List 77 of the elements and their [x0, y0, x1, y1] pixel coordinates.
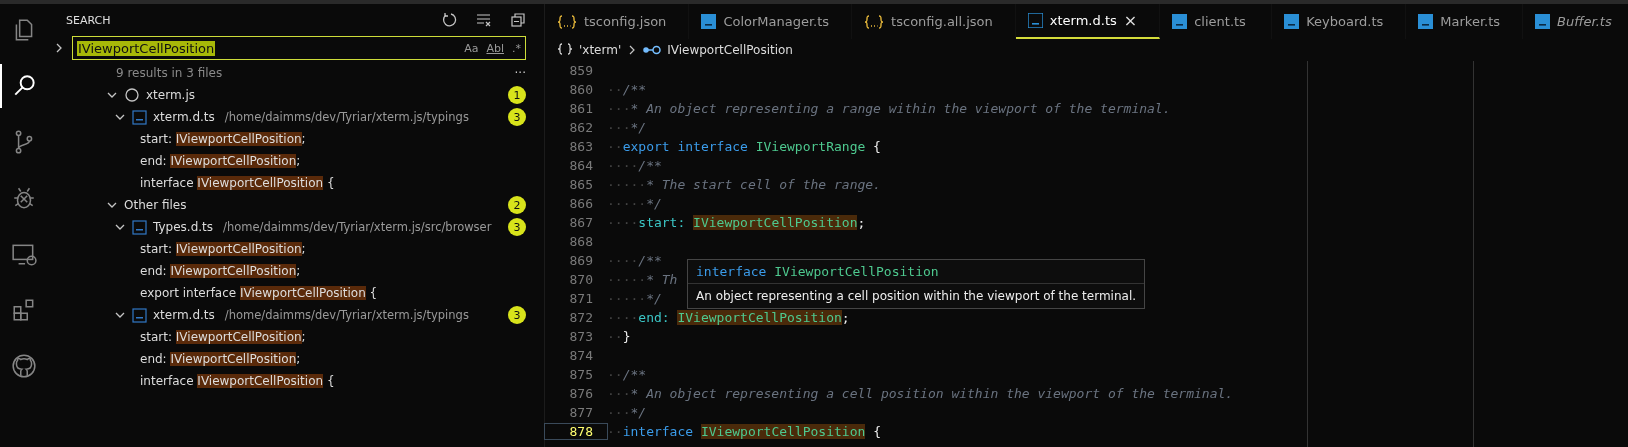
search-field[interactable]: IViewportCellPosition Aa Abl .*	[72, 36, 526, 60]
search-option[interactable]: .*	[512, 41, 521, 55]
code-line: ··/**	[607, 82, 647, 97]
count-badge: 3	[508, 306, 526, 324]
code-line: ···*/	[607, 120, 647, 135]
line-number: 865	[568, 177, 594, 192]
search-match[interactable]: start: IViewportCellPosition;	[48, 326, 540, 348]
editor-tab[interactable]: ColorManager.ts	[689, 4, 853, 39]
line-number: 870	[568, 272, 594, 287]
search-match[interactable]: interface IViewportCellPosition {	[48, 172, 540, 194]
editor-tab[interactable]: Keyboard.ts	[1272, 4, 1407, 39]
breadcrumb[interactable]: 'xterm'	[579, 43, 622, 57]
count-badge: 2	[508, 196, 526, 214]
line-number: 875	[568, 367, 594, 382]
search-match[interactable]: end: IViewportCellPosition;	[48, 260, 540, 282]
tree-item[interactable]: Other files 2	[48, 194, 540, 216]
tree-item[interactable]: xterm.js 1	[48, 84, 540, 106]
line-number: 866	[568, 196, 594, 211]
breadcrumb[interactable]: IViewportCellPosition	[667, 43, 793, 57]
editor-tab[interactable]: tsconfig.json	[545, 4, 690, 39]
line-number: 861	[568, 101, 594, 116]
search-match[interactable]: end: IViewportCellPosition;	[48, 348, 540, 370]
code-line: ···* An object representing a range within the viewport of the terminal.	[607, 101, 1171, 116]
line-number: 869	[568, 253, 594, 268]
code-line: ··interface IViewportCellPosition {	[607, 424, 881, 439]
line-number: 859	[568, 63, 594, 78]
more-button[interactable]: ···	[514, 69, 526, 77]
tree-item[interactable]: xterm.d.ts /home/daimms/dev/Tyriar/xterm.js/typings 3	[48, 106, 540, 128]
search-option[interactable]: Abl	[486, 41, 504, 55]
search-match[interactable]: start: IViewportCellPosition;	[48, 238, 540, 260]
code-line: ·····*/	[607, 291, 662, 306]
line-number: 868	[568, 234, 594, 249]
code-line: ····/**	[607, 253, 662, 268]
code-line: ···*/	[607, 405, 647, 420]
code-line: ····start: IViewportCellPosition;	[607, 215, 866, 230]
editor-tab[interactable]: Marker.ts	[1406, 4, 1524, 39]
hover-type-name: IViewportCellPosition	[774, 264, 939, 279]
search-match[interactable]: start: IViewportCellPosition;	[48, 128, 540, 150]
line-number: 872	[568, 310, 594, 325]
line-number: 874	[568, 348, 594, 363]
line-number: 863	[568, 139, 594, 154]
search-match[interactable]: export interface IViewportCellPosition {	[48, 282, 540, 304]
tree-item[interactable]: xterm.d.ts /home/daimms/dev/Tyriar/xterm.js/typings 3	[48, 304, 540, 326]
line-number: 877	[568, 405, 594, 420]
sidebar-title: SEARCH	[66, 13, 111, 27]
search-match[interactable]: end: IViewportCellPosition;	[48, 150, 540, 172]
code-line: ···* An object representing a cell position within the viewport of the terminal.	[607, 386, 1234, 401]
line-number: 878	[545, 424, 607, 439]
editor-tab[interactable]: Buffer.ts	[1523, 4, 1628, 39]
editor-tab[interactable]: xterm.d.ts ×	[1015, 4, 1161, 39]
line-number: 876	[568, 386, 594, 401]
code-line: ·····*/	[607, 196, 662, 211]
results-summary: 9 results in 3 files	[116, 66, 223, 80]
code-line: ··export interface IViewportRange {	[607, 139, 881, 154]
code-line: ····end: IViewportCellPosition;	[607, 310, 850, 325]
close-button[interactable]: ×	[1123, 11, 1138, 30]
count-badge: 3	[508, 108, 526, 126]
code-line: ·····* The start cell of the range.	[607, 177, 881, 192]
code-line: ··/**	[607, 367, 647, 382]
editor-tab[interactable]: client.ts	[1160, 4, 1273, 39]
tree-item[interactable]: Types.d.ts /home/daimms/dev/Tyriar/xterm.js/src/browser 3	[48, 216, 540, 238]
editor-tab[interactable]: tsconfig.all.json	[852, 4, 1016, 39]
code-line: ····/**	[607, 158, 662, 173]
count-badge: 1	[508, 86, 526, 104]
count-badge: 3	[508, 218, 526, 236]
search-match[interactable]: interface IViewportCellPosition {	[48, 370, 540, 392]
hover-description: An object representing a cell position within the viewport of the terminal.	[695, 288, 1138, 305]
line-number: 873	[568, 329, 594, 344]
line-number: 864	[568, 158, 594, 173]
search-option[interactable]: Aa	[464, 41, 479, 55]
line-number: 867	[568, 215, 594, 230]
code-line: ··}	[607, 329, 631, 344]
line-number: 871	[568, 291, 594, 306]
line-number: 860	[568, 82, 594, 97]
code-line: ·····* Th	[607, 272, 678, 287]
hover-keyword: interface	[696, 264, 767, 279]
line-number: 862	[568, 120, 594, 135]
